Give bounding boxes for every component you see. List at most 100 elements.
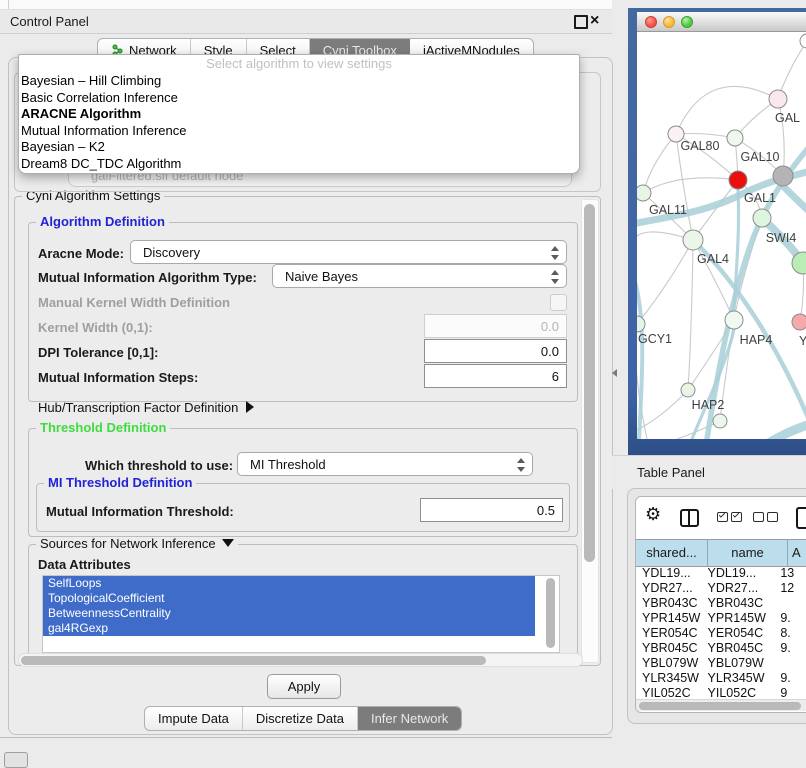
table-cell[interactable]: 13 (774, 566, 806, 581)
network-node-gcy1[interactable] (637, 316, 645, 332)
table-cell[interactable]: YBR043C (702, 596, 775, 611)
table-cell[interactable]: YBR045C (702, 641, 775, 656)
minimize-traffic-light-icon[interactable] (663, 16, 675, 28)
table-cell[interactable]: YPR145W (636, 611, 702, 626)
network-node[interactable] (800, 34, 806, 48)
network-node-hap2[interactable] (681, 383, 695, 397)
close-traffic-light-icon[interactable] (645, 16, 657, 28)
table-cell[interactable]: 8. (774, 626, 806, 641)
network-node[interactable] (773, 166, 793, 186)
table-cell[interactable]: 12 (774, 581, 806, 596)
network-node[interactable] (713, 414, 727, 428)
table-cell[interactable]: YER054C (702, 626, 775, 641)
algorithm-option-mutual-information[interactable]: Mutual Information Inference (19, 123, 579, 140)
network-node-swi4[interactable] (753, 209, 771, 227)
export-table-icon[interactable] (796, 507, 806, 529)
table-cell[interactable]: 9. (774, 671, 806, 686)
dpi-tolerance-field[interactable]: 0.0 (424, 339, 567, 363)
zoom-traffic-light-icon[interactable] (681, 16, 693, 28)
table-cell[interactable]: YLR345W (702, 671, 775, 686)
table-cell[interactable]: YDR27... (636, 581, 702, 596)
table-row[interactable]: YBL079WYBL079W (636, 656, 806, 671)
select-all-checkbox-icon[interactable] (717, 512, 728, 522)
table-cell[interactable]: YDR27... (702, 581, 775, 596)
table-cell[interactable]: 9. (774, 611, 806, 626)
table-row[interactable]: YER054CYER054C8. (636, 626, 806, 641)
tab-discretize-data[interactable]: Discretize Data (243, 707, 358, 730)
which-threshold-value: MI Threshold (250, 457, 326, 472)
mi-algorithm-type-select[interactable]: Naive Bayes (272, 264, 567, 288)
attribute-list-item[interactable]: gal4RGexp (43, 621, 535, 636)
hub-definition-toggle[interactable]: Hub/Transcription Factor Definition (38, 400, 254, 415)
network-node-gal1[interactable] (729, 171, 747, 189)
attribute-list-item[interactable]: SelfLoops (43, 576, 535, 591)
table-cell[interactable]: YDL19... (636, 566, 702, 581)
column-header-third[interactable]: A (788, 540, 806, 566)
settings-scrollbar-thumb[interactable] (584, 204, 595, 562)
kernel-width-field[interactable]: 0.0 (424, 314, 567, 338)
apply-button[interactable]: Apply (267, 674, 341, 699)
table-row[interactable]: YBR043CYBR043C (636, 596, 806, 611)
table-row[interactable]: YLR345WYLR345W9. (636, 671, 806, 686)
table-cell[interactable]: YLR345W (636, 671, 702, 686)
network-node-gal11[interactable] (637, 185, 651, 201)
table-cell[interactable]: YBL079W (702, 656, 775, 671)
bottom-left-button[interactable] (4, 752, 28, 768)
deselect-all-checkbox-icon[interactable] (753, 512, 764, 522)
algorithm-option-basic-correlation[interactable]: Basic Correlation Inference (19, 90, 579, 107)
close-icon[interactable]: × (590, 10, 599, 32)
column-header-name[interactable]: name (708, 540, 788, 566)
aracne-mode-select[interactable]: Discovery (130, 240, 567, 264)
mi-steps-field[interactable]: 6 (424, 364, 567, 388)
algorithm-option-dream8[interactable]: Dream8 DC_TDC Algorithm (19, 156, 579, 173)
network-node-gal10[interactable] (727, 130, 743, 146)
mi-threshold-field[interactable]: 0.5 (420, 498, 563, 522)
algorithm-option-aracne[interactable]: ARACNE Algorithm (19, 106, 579, 123)
column-header-shared-name[interactable]: shared... (636, 540, 708, 566)
attribute-list-item[interactable]: BetweennessCentrality (43, 606, 535, 621)
table-row[interactable]: YPR145WYPR145W9. (636, 611, 806, 626)
float-window-icon[interactable] (574, 15, 588, 29)
network-window-titlebar[interactable] (637, 12, 806, 32)
table-cell[interactable]: YBL079W (636, 656, 702, 671)
table-cell[interactable]: YPR145W (702, 611, 775, 626)
screen: { "window": { "title": "Control Panel" }… (0, 0, 806, 762)
settings-horizontal-scrollbar[interactable] (18, 653, 583, 667)
manual-kernel-width-checkbox[interactable] (550, 294, 567, 311)
table-cell[interactable]: YER054C (636, 626, 702, 641)
attribute-list-item[interactable]: TopologicalCoefficient (43, 591, 535, 606)
table-hscroll-thumb[interactable] (639, 702, 801, 710)
splitter-collapse-arrow[interactable] (612, 369, 617, 377)
algorithm-option-bayesian-k2[interactable]: Bayesian – K2 (19, 139, 579, 156)
network-node-hap4[interactable] (725, 311, 743, 329)
table-cell[interactable]: YBR045C (636, 641, 702, 656)
table-cell[interactable]: 9. (774, 641, 806, 656)
sources-group-title[interactable]: Sources for Network Inference (36, 537, 238, 551)
cyni-bottom-tabs: Impute Data Discretize Data Infer Networ… (144, 706, 462, 731)
hscrollbar-thumb[interactable] (21, 656, 486, 665)
table-cell[interactable]: YBR043C (636, 596, 702, 611)
list-scrollbar-thumb[interactable] (546, 578, 555, 648)
split-columns-icon[interactable] (680, 509, 699, 527)
table-row[interactable]: YDR27...YDR27...12 (636, 581, 806, 596)
table-row[interactable]: YDL19...YDL19...13 (636, 566, 806, 581)
network-node-y[interactable] (792, 314, 806, 330)
gear-icon[interactable]: ⚙ (645, 504, 661, 525)
network-node-gal[interactable] (769, 90, 787, 108)
node-label: GAL80 (681, 139, 720, 153)
network-canvas[interactable]: GALGAL80GAL10GAL1GAL11SWI4GAL4GCY1HAP4YH… (637, 32, 806, 439)
tab-impute-data[interactable]: Impute Data (145, 707, 243, 730)
algorithm-dropdown-popup: Select algorithm to view settings Bayesi… (18, 54, 580, 174)
table-horizontal-scrollbar[interactable] (636, 699, 806, 711)
settings-vertical-scrollbar[interactable] (581, 199, 599, 663)
table-cell[interactable]: YDL19... (702, 566, 775, 581)
algorithm-option-bayesian-hill-climbing[interactable]: Bayesian – Hill Climbing (19, 73, 579, 90)
table-row[interactable]: YBR045CYBR045C9. (636, 641, 806, 656)
table-cell[interactable] (774, 656, 806, 671)
network-view-window[interactable]: GALGAL80GAL10GAL1GAL11SWI4GAL4GCY1HAP4YH… (628, 8, 806, 455)
table-cell[interactable] (774, 596, 806, 611)
tab-infer-network[interactable]: Infer Network (358, 707, 461, 730)
which-threshold-select[interactable]: MI Threshold (237, 452, 533, 476)
table-panel-title: Table Panel (637, 465, 705, 480)
network-node-gal4[interactable] (683, 230, 703, 250)
